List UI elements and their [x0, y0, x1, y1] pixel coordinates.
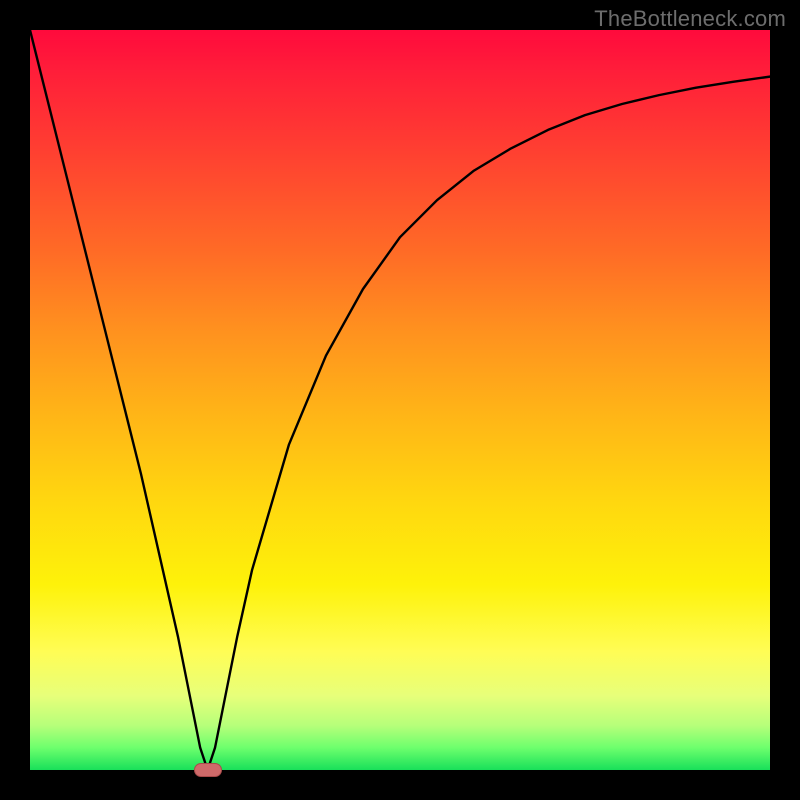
plot-area	[30, 30, 770, 770]
minimum-marker	[194, 763, 222, 777]
watermark-text: TheBottleneck.com	[594, 6, 786, 32]
chart-frame: TheBottleneck.com	[0, 0, 800, 800]
chart-curve	[30, 30, 770, 770]
curve-svg	[30, 30, 770, 770]
